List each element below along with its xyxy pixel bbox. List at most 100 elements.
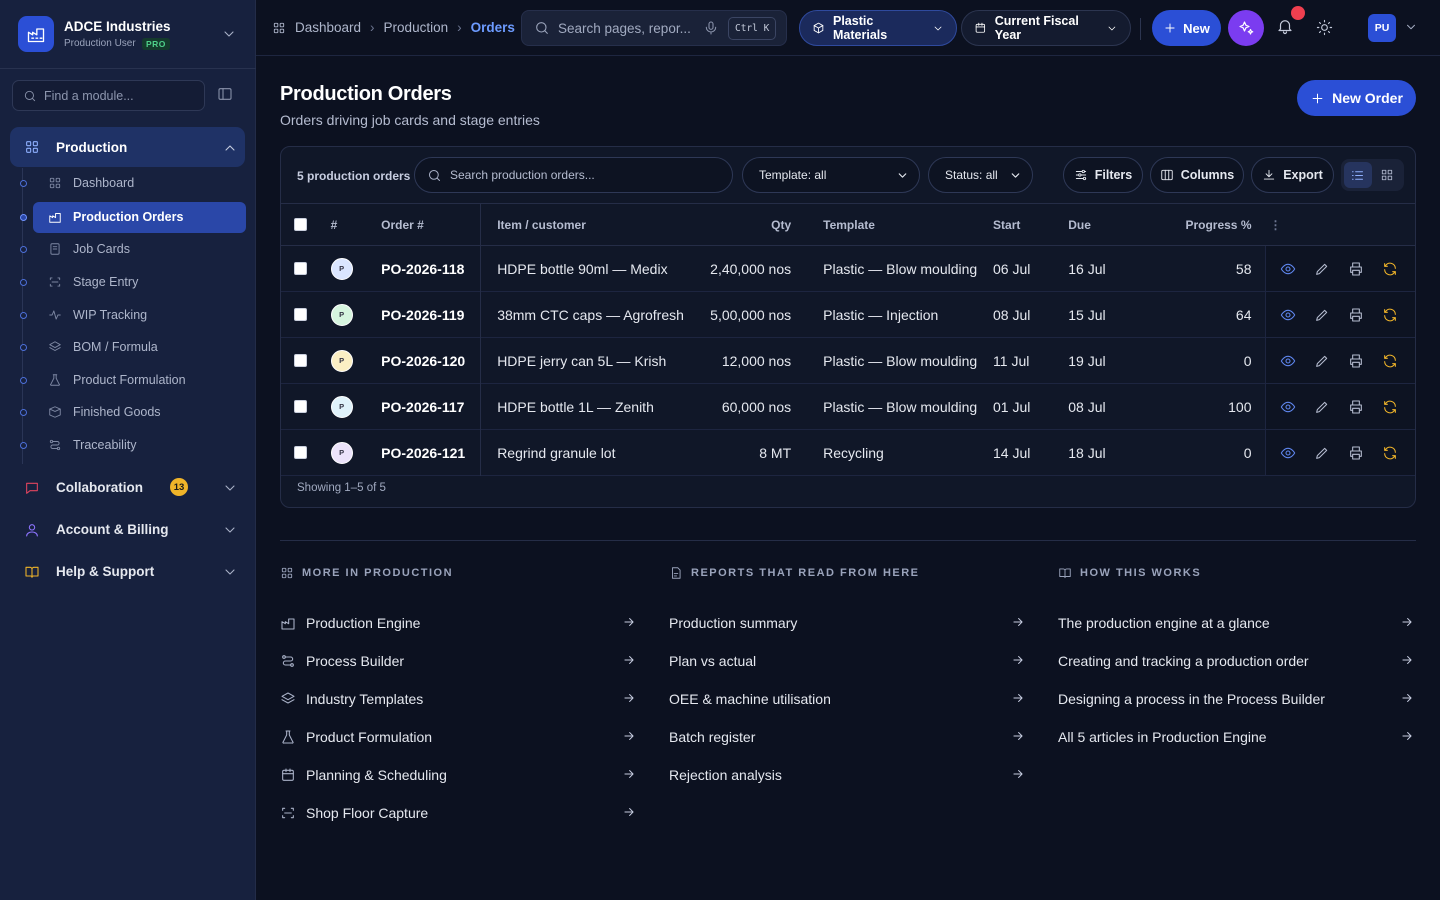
pencil-icon[interactable] bbox=[1314, 399, 1330, 415]
chevron-down-icon[interactable] bbox=[221, 26, 237, 42]
column-header-start[interactable]: Start bbox=[981, 204, 1056, 246]
nav-group-help-support[interactable]: Help & Support bbox=[10, 554, 245, 590]
eye-icon[interactable] bbox=[1280, 399, 1296, 415]
nav-group-account-billing[interactable]: Account & Billing bbox=[10, 512, 245, 548]
eye-icon[interactable] bbox=[1280, 445, 1296, 461]
nav-group-production[interactable]: Production bbox=[10, 127, 245, 167]
column-header-progress[interactable]: Progress % bbox=[1131, 204, 1265, 246]
printer-icon[interactable] bbox=[1348, 445, 1364, 461]
pencil-icon[interactable] bbox=[1314, 353, 1330, 369]
sidebar-item-finished-goods[interactable]: Finished Goods bbox=[20, 397, 246, 428]
columns-button[interactable]: Columns bbox=[1150, 157, 1244, 193]
column-header-order[interactable]: Order # bbox=[370, 203, 482, 246]
row-checkbox[interactable] bbox=[294, 354, 307, 367]
more-link[interactable]: Industry Templates bbox=[280, 680, 636, 718]
ai-assistant-button[interactable] bbox=[1228, 10, 1264, 46]
table-row[interactable]: P PO-2026-118 HDPE bottle 90ml — Medix 2,40… bbox=[281, 245, 1415, 292]
printer-icon[interactable] bbox=[1348, 353, 1364, 369]
sidebar-item-product-formulation[interactable]: Product Formulation bbox=[20, 365, 246, 396]
grid-view-icon[interactable] bbox=[1374, 162, 1402, 188]
bell-icon[interactable] bbox=[1276, 17, 1294, 35]
breadcrumb-dashboard[interactable]: Dashboard bbox=[295, 20, 361, 35]
how-link[interactable]: All 5 articles in Production Engine bbox=[1058, 718, 1414, 756]
row-checkbox[interactable] bbox=[294, 400, 307, 413]
refresh-icon[interactable] bbox=[1382, 353, 1398, 369]
nav-group-collaboration[interactable]: Collaboration 13 bbox=[10, 470, 245, 506]
sidebar-item-traceability[interactable]: Traceability bbox=[20, 430, 246, 461]
sidebar-item-wip-tracking[interactable]: WIP Tracking bbox=[20, 300, 246, 331]
row-checkbox[interactable] bbox=[294, 308, 307, 321]
refresh-icon[interactable] bbox=[1382, 307, 1398, 323]
table-row[interactable]: P PO-2026-120 HDPE jerry can 5L — Krish 12,… bbox=[281, 337, 1415, 384]
column-header-item[interactable]: Item / customer bbox=[481, 204, 684, 246]
table-row[interactable]: P PO-2026-121 Regrind granule lot 8 MT Recyc… bbox=[281, 429, 1415, 476]
printer-icon[interactable] bbox=[1348, 261, 1364, 277]
reports-link[interactable]: Batch register bbox=[669, 718, 1025, 756]
order-number[interactable]: PO-2026-119 bbox=[370, 291, 482, 338]
how-link[interactable]: The production engine at a glance bbox=[1058, 604, 1414, 642]
column-header-due[interactable]: Due bbox=[1056, 204, 1131, 246]
refresh-icon[interactable] bbox=[1382, 261, 1398, 277]
breadcrumb-production[interactable]: Production bbox=[384, 20, 449, 35]
pencil-icon[interactable] bbox=[1314, 445, 1330, 461]
more-link[interactable]: Production Engine bbox=[280, 604, 636, 642]
eye-icon[interactable] bbox=[1280, 307, 1296, 323]
chevron-down-icon[interactable] bbox=[1404, 20, 1418, 34]
mic-icon[interactable] bbox=[703, 20, 719, 36]
list-view-icon[interactable] bbox=[1344, 162, 1372, 188]
reports-link[interactable]: Production summary bbox=[669, 604, 1025, 642]
material-selector[interactable]: Plastic Materials bbox=[799, 10, 957, 46]
column-header-template[interactable]: Template bbox=[795, 204, 981, 246]
more-link[interactable]: Process Builder bbox=[280, 642, 636, 680]
module-search[interactable] bbox=[12, 80, 205, 111]
status-filter-select[interactable]: Status: all bbox=[928, 157, 1033, 193]
user-avatar[interactable]: PU bbox=[1368, 14, 1396, 42]
pencil-icon[interactable] bbox=[1314, 261, 1330, 277]
reports-link[interactable]: Rejection analysis bbox=[669, 756, 1025, 794]
order-number[interactable]: PO-2026-118 bbox=[370, 245, 482, 292]
sidebar-item-production-orders[interactable]: Production Orders bbox=[20, 202, 246, 233]
sidebar-item-job-cards[interactable]: Job Cards bbox=[20, 234, 246, 265]
how-link[interactable]: Creating and tracking a production order bbox=[1058, 642, 1414, 680]
select-all-checkbox[interactable] bbox=[294, 218, 307, 231]
progress-percent: 100 bbox=[1228, 398, 1252, 415]
how-link[interactable]: Designing a process in the Process Build… bbox=[1058, 680, 1414, 718]
sun-icon[interactable] bbox=[1316, 19, 1333, 36]
eye-icon[interactable] bbox=[1280, 353, 1296, 369]
table-row[interactable]: P PO-2026-119 38mm CTC caps — Agrofresh 5,0… bbox=[281, 291, 1415, 338]
more-link[interactable]: Planning & Scheduling bbox=[280, 756, 636, 794]
order-number[interactable]: PO-2026-117 bbox=[370, 383, 482, 430]
new-button[interactable]: New bbox=[1152, 10, 1221, 46]
orders-search-input[interactable] bbox=[450, 168, 700, 182]
table-row[interactable]: P PO-2026-117 HDPE bottle 1L — Zenith 60,00… bbox=[281, 383, 1415, 430]
refresh-icon[interactable] bbox=[1382, 445, 1398, 461]
reports-link[interactable]: OEE & machine utilisation bbox=[669, 680, 1025, 718]
refresh-icon[interactable] bbox=[1382, 399, 1398, 415]
new-order-button[interactable]: New Order bbox=[1297, 80, 1416, 116]
period-selector[interactable]: Current Fiscal Year bbox=[961, 10, 1131, 46]
printer-icon[interactable] bbox=[1348, 307, 1364, 323]
module-search-input[interactable] bbox=[44, 88, 194, 103]
row-checkbox[interactable] bbox=[294, 262, 307, 275]
order-number[interactable]: PO-2026-121 bbox=[370, 429, 482, 476]
sidebar-item-dashboard[interactable]: Dashboard bbox=[20, 168, 246, 199]
global-search-input[interactable] bbox=[558, 20, 692, 36]
printer-icon[interactable] bbox=[1348, 399, 1364, 415]
template-filter-select[interactable]: Template: all bbox=[742, 157, 920, 193]
global-search[interactable]: Ctrl K bbox=[521, 10, 787, 46]
eye-icon[interactable] bbox=[1280, 261, 1296, 277]
pencil-icon[interactable] bbox=[1314, 307, 1330, 323]
collapse-sidebar-icon[interactable] bbox=[217, 86, 233, 102]
filters-button[interactable]: Filters bbox=[1063, 157, 1143, 193]
brand-switcher[interactable]: ADCE Industries Production User PRO bbox=[0, 0, 256, 69]
sidebar-item-bom-formula[interactable]: BOM / Formula bbox=[20, 332, 246, 363]
more-link[interactable]: Shop Floor Capture bbox=[280, 794, 636, 832]
row-checkbox[interactable] bbox=[294, 446, 307, 459]
more-link[interactable]: Product Formulation bbox=[280, 718, 636, 756]
reports-link[interactable]: Plan vs actual bbox=[669, 642, 1025, 680]
export-button[interactable]: Export bbox=[1251, 157, 1334, 193]
orders-search[interactable] bbox=[414, 157, 733, 193]
sidebar-item-stage-entry[interactable]: Stage Entry bbox=[20, 267, 246, 298]
order-number[interactable]: PO-2026-120 bbox=[370, 337, 482, 384]
column-header-qty[interactable]: Qty bbox=[684, 204, 795, 246]
